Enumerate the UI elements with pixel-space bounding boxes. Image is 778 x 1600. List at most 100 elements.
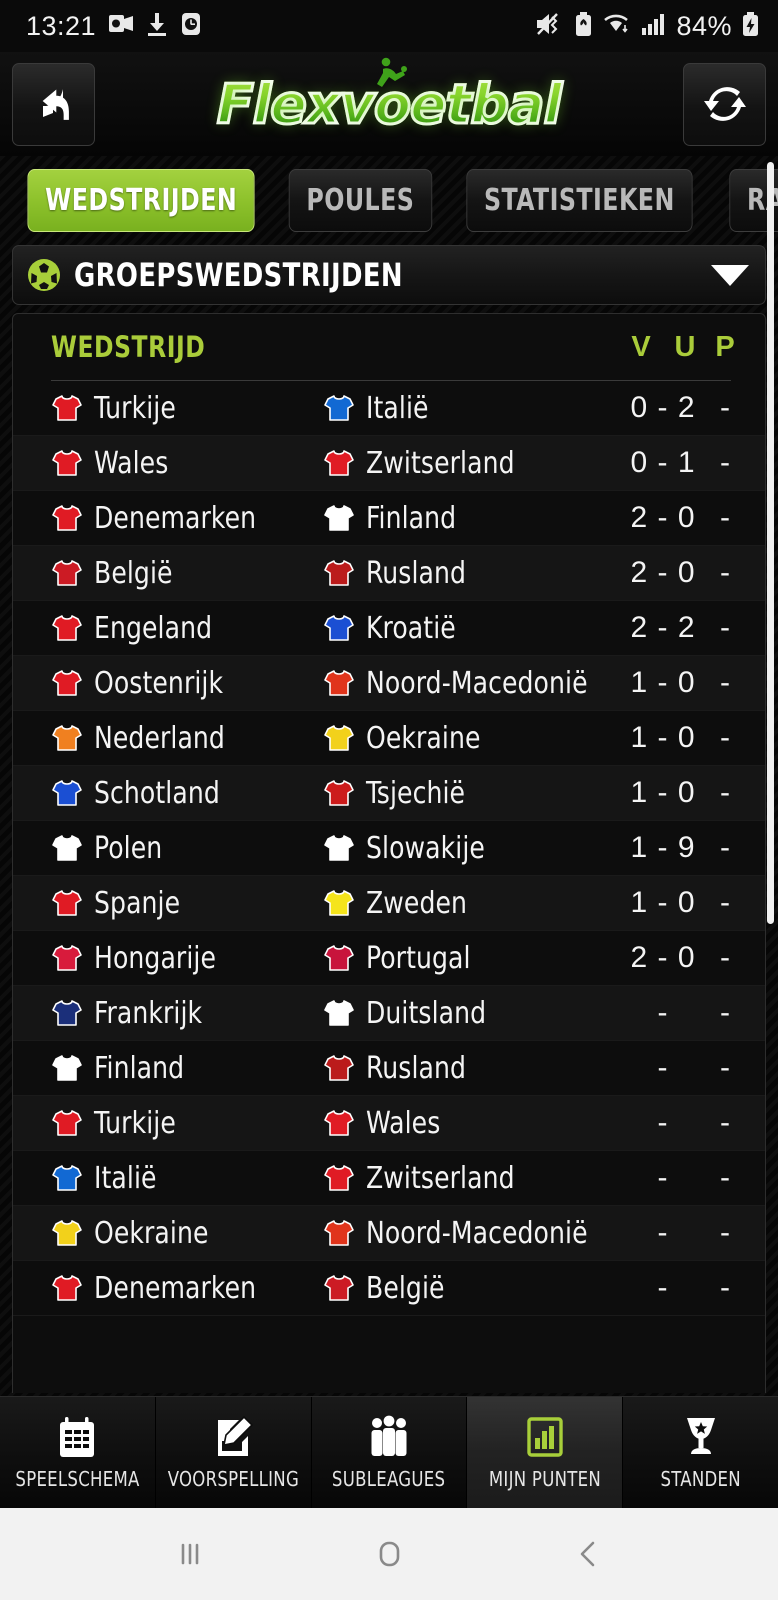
home-team: Finland	[51, 1051, 323, 1086]
home-team-name: Spanje	[94, 885, 181, 921]
jersey-icon-home	[52, 780, 82, 806]
away-team-name: Rusland	[366, 555, 467, 591]
table-row[interactable]: Oostenrijk Noord-Macedonië 1 - 0-	[13, 656, 765, 711]
nav-item-voorspelling[interactable]: VOORSPELLING	[155, 1397, 312, 1508]
table-row[interactable]: Denemarken Finland 2 - 0-	[13, 491, 765, 546]
app-logo-text: Flexvoetbal	[215, 71, 563, 137]
match-score: 0 - 2	[630, 391, 696, 424]
signal-icon	[641, 11, 667, 42]
match-points: -	[720, 886, 730, 919]
battery-charging-icon	[741, 11, 760, 42]
recents-button[interactable]	[150, 1514, 230, 1594]
table-row[interactable]: Turkije Italië 0 - 2-	[13, 381, 765, 436]
table-row[interactable]: Italië Zwitserland - -	[13, 1151, 765, 1206]
home-team-name: Engeland	[94, 610, 213, 646]
away-team: Rusland	[323, 1051, 619, 1086]
jersey-icon-away	[324, 835, 354, 861]
column-header-v: V	[631, 330, 651, 363]
away-team: Zwitserland	[323, 446, 619, 481]
nav-label-speelschema: SPEELSCHEMA	[15, 1467, 140, 1491]
table-row[interactable]: Polen Slowakije 1 - 9-	[13, 821, 765, 876]
jersey-icon-home	[52, 725, 82, 751]
refresh-button[interactable]	[683, 62, 766, 146]
back-arrow-icon	[42, 89, 69, 120]
match-score: -	[657, 1216, 669, 1249]
nav-item-speelschema[interactable]: SPEELSCHEMA	[0, 1397, 156, 1508]
tab-statistieken[interactable]: STATISTIEKEN	[466, 169, 693, 232]
home-team-name: Denemarken	[94, 1270, 257, 1306]
soccer-ball-icon	[28, 259, 60, 291]
table-row[interactable]: Finland Rusland - -	[13, 1041, 765, 1096]
away-team-name: Italië	[366, 390, 429, 426]
match-score: 1 - 0	[630, 776, 696, 809]
away-team-name: Duitsland	[366, 995, 487, 1031]
home-team-name: Turkije	[94, 1105, 176, 1141]
battery-saver-icon	[574, 11, 593, 42]
table-row[interactable]: Wales Zwitserland 0 - 1-	[13, 436, 765, 491]
battery-percent-label: 84%	[676, 10, 732, 41]
table-row[interactable]: Spanje Zweden 1 - 0-	[13, 876, 765, 931]
pencil-edit-icon	[218, 1415, 254, 1456]
match-points: -	[720, 611, 730, 644]
back-button[interactable]	[12, 62, 95, 146]
table-row[interactable]: Denemarken België - -	[13, 1261, 765, 1316]
nav-label-voorspelling: VOORSPELLING	[167, 1467, 299, 1491]
back-button-system[interactable]	[548, 1514, 628, 1594]
match-score: -	[657, 1161, 669, 1194]
match-points: -	[720, 1216, 730, 1249]
match-score: 2 - 0	[630, 556, 696, 589]
away-team-name: Slowakije	[366, 830, 485, 866]
table-row[interactable]: Nederland Oekraine 1 - 0-	[13, 711, 765, 766]
match-score: 2 - 0	[630, 941, 696, 974]
away-team-name: Wales	[366, 1105, 441, 1141]
tab-poules[interactable]: POULES	[289, 169, 433, 232]
chevron-down-icon[interactable]	[711, 264, 749, 286]
home-team: Denemarken	[51, 501, 323, 536]
column-header-u: U	[674, 330, 696, 363]
nav-item-subleagues[interactable]: SUBLEAGUES	[311, 1397, 468, 1508]
jersey-icon-away	[324, 890, 354, 916]
calendar-icon	[60, 1417, 95, 1457]
jersey-icon-away	[324, 670, 354, 696]
home-team: Turkije	[51, 1106, 323, 1141]
away-team-name: Oekraine	[366, 720, 481, 756]
table-row[interactable]: België Rusland 2 - 0-	[13, 546, 765, 601]
match-score: 1 - 0	[630, 886, 696, 919]
table-row[interactable]: Turkije Wales - -	[13, 1096, 765, 1151]
match-points: -	[720, 831, 730, 864]
nav-item-standen[interactable]: STANDEN	[623, 1397, 778, 1508]
match-score: 2 - 0	[630, 501, 696, 534]
match-score: 1 - 0	[630, 666, 696, 699]
jersey-icon-away	[324, 1165, 354, 1191]
tab-bar: WEDSTRIJDEN POULES STATISTIEKEN RANGLIJS…	[10, 166, 778, 241]
nav-item-mijn-punten[interactable]: MIJN PUNTEN	[467, 1397, 624, 1508]
group-selector-label: GROEPSWEDSTRIJDEN	[74, 256, 403, 294]
away-team-name: Rusland	[366, 1050, 467, 1086]
home-team: Italië	[51, 1161, 323, 1196]
vertical-scrollbar[interactable]	[767, 162, 774, 924]
tab-wedstrijden[interactable]: WEDSTRIJDEN	[27, 169, 255, 232]
away-team: België	[323, 1271, 619, 1306]
match-score: 1 - 0	[630, 721, 696, 754]
home-team: Polen	[51, 831, 323, 866]
home-button[interactable]	[349, 1514, 429, 1594]
away-team: Noord-Macedonië	[323, 666, 619, 701]
status-bar: 13:21 84%	[0, 0, 778, 52]
home-team: Denemarken	[51, 1271, 323, 1306]
jersey-icon-away	[324, 615, 354, 641]
jersey-icon-home	[52, 615, 82, 641]
home-team-name: Italië	[94, 1160, 157, 1196]
table-row[interactable]: Engeland Kroatië 2 - 2-	[13, 601, 765, 656]
table-row[interactable]: Frankrijk Duitsland - -	[13, 986, 765, 1041]
match-points: -	[720, 1271, 730, 1304]
wifi-icon	[602, 11, 632, 42]
home-team-name: Polen	[94, 830, 163, 866]
table-row[interactable]: Oekraine Noord-Macedonië - -	[13, 1206, 765, 1261]
match-points: -	[720, 776, 730, 809]
group-selector[interactable]: GROEPSWEDSTRIJDEN	[12, 245, 766, 305]
table-row[interactable]: Schotland Tsjechië 1 - 0-	[13, 766, 765, 821]
away-team-name: Zweden	[366, 885, 468, 921]
home-team-name: België	[94, 555, 173, 591]
match-points: -	[720, 446, 730, 479]
table-row[interactable]: Hongarije Portugal 2 - 0-	[13, 931, 765, 986]
